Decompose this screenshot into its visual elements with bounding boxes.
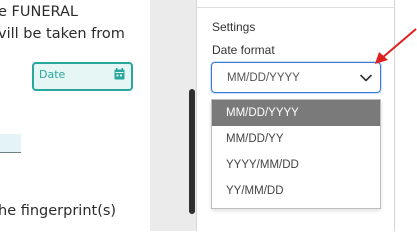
settings-section-title: Settings — [212, 20, 256, 34]
document-text-line: he fingerprint(s) — [0, 203, 117, 219]
date-format-label: Date format — [212, 43, 275, 57]
date-format-selected-value: MM/DD/YYYY — [227, 72, 300, 84]
app-root: e FUNERAL vill be taken from Date he fin… — [0, 0, 417, 231]
date-format-option[interactable]: YY/MM/DD — [212, 178, 380, 204]
document-text-line: e FUNERAL — [0, 4, 78, 20]
scrollbar-thumb[interactable] — [189, 89, 195, 214]
date-format-option[interactable]: MM/DD/YY — [212, 126, 380, 152]
document-canvas: e FUNERAL vill be taken from Date he fin… — [0, 0, 150, 231]
date-format-select[interactable]: MM/DD/YYYY — [211, 62, 381, 93]
calendar-icon — [114, 68, 125, 80]
date-format-option[interactable]: MM/DD/YYYY — [212, 100, 380, 126]
panel-divider — [197, 7, 395, 8]
date-format-dropdown: MM/DD/YYYY MM/DD/YY YYYY/MM/DD YY/MM/DD — [211, 99, 381, 209]
document-text-line: vill be taken from — [0, 26, 125, 42]
date-format-option[interactable]: YYYY/MM/DD — [212, 152, 380, 178]
date-field[interactable]: Date — [32, 62, 133, 91]
chevron-down-icon — [360, 74, 372, 82]
date-field-label: Date — [39, 68, 66, 81]
annotation-arrow-icon — [375, 28, 417, 64]
text-input-field[interactable] — [0, 134, 21, 153]
